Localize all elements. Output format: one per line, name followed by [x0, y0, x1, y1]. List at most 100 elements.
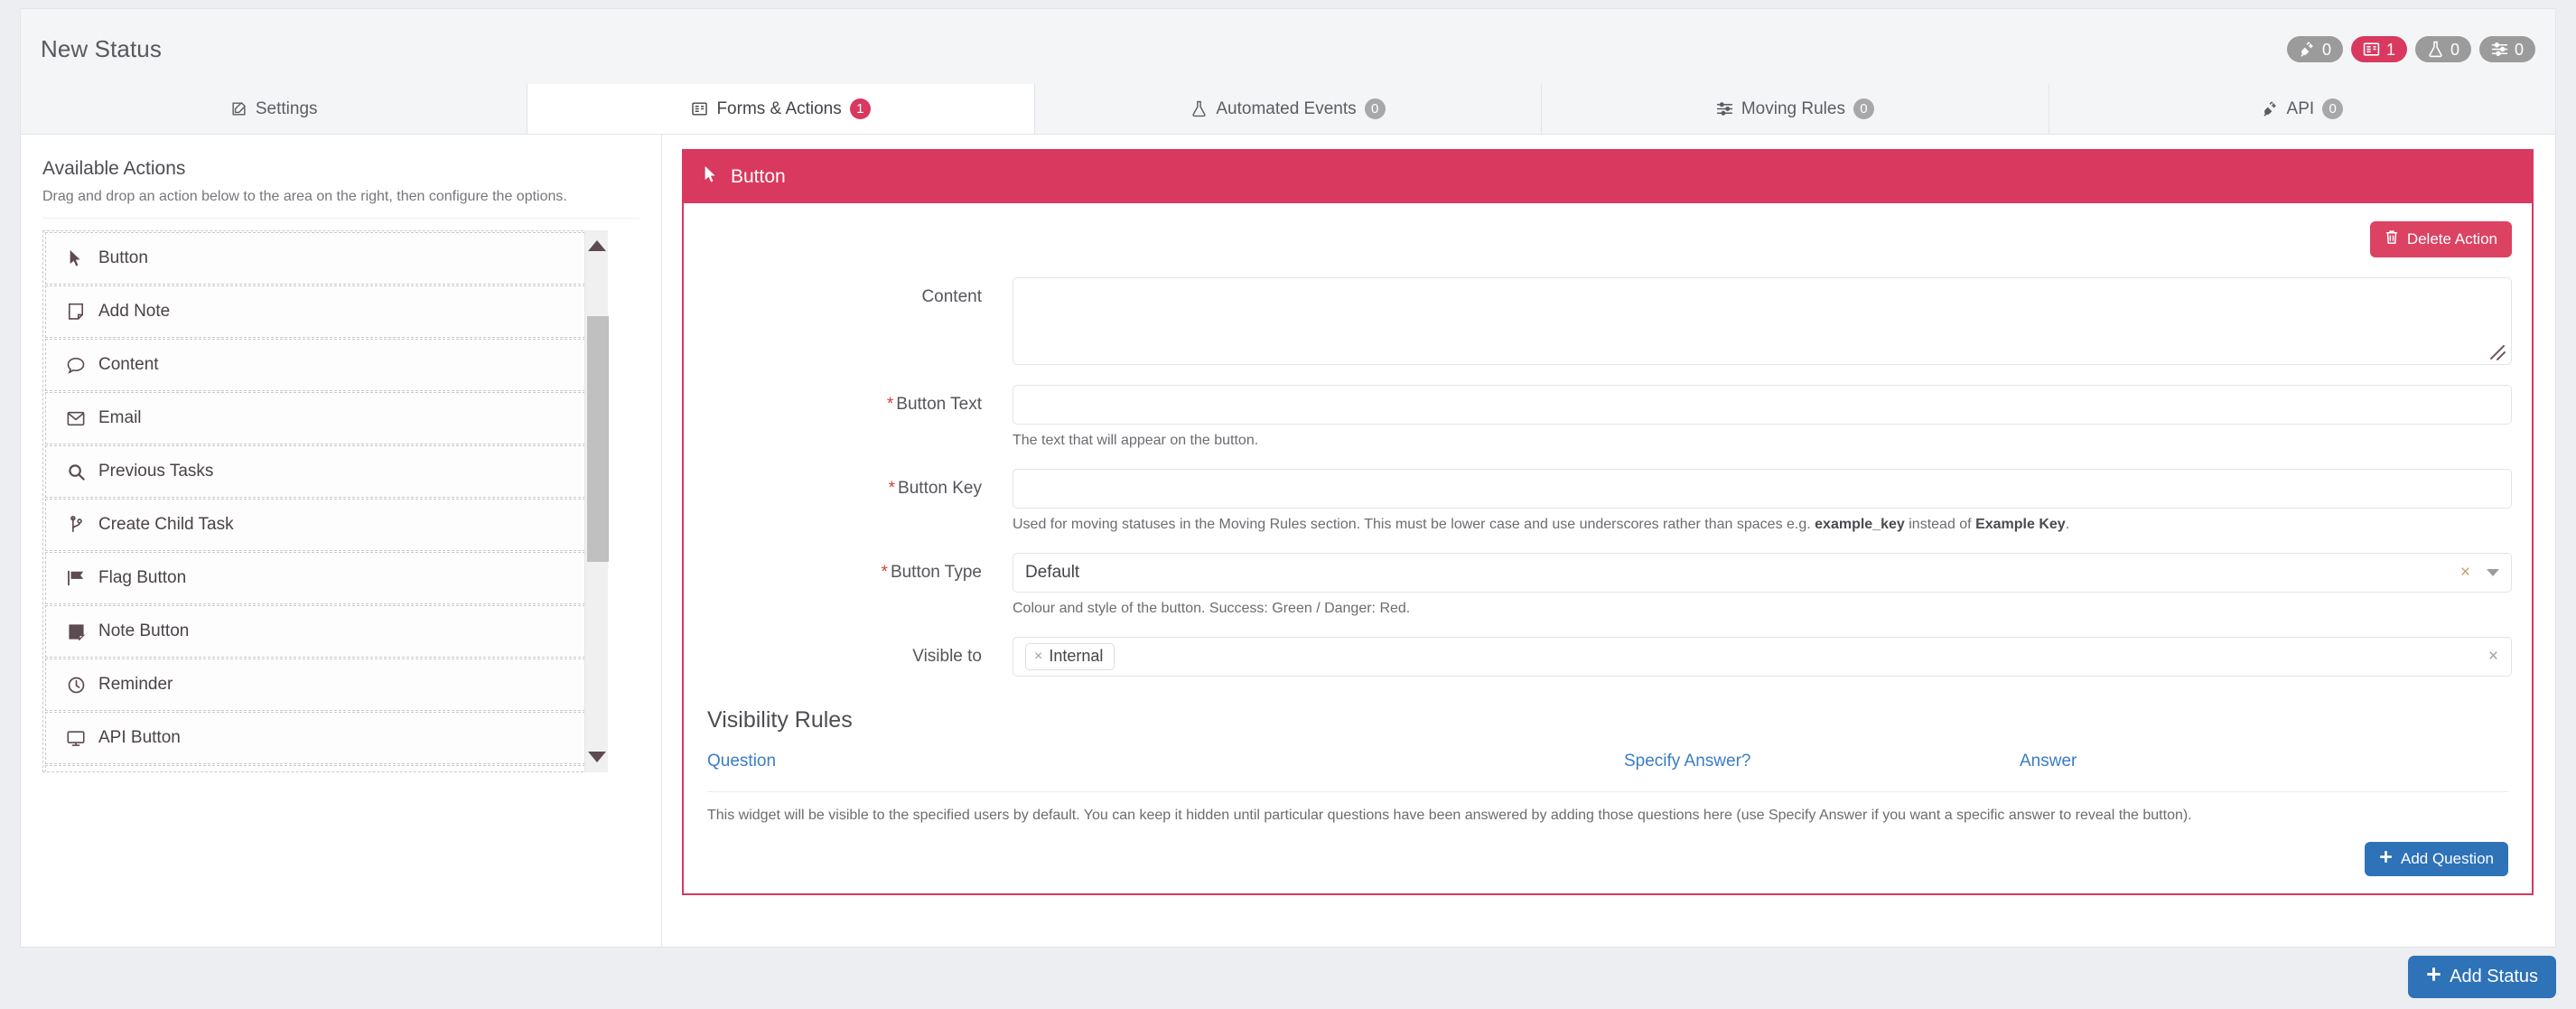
tab-label: Settings: [255, 98, 318, 118]
tab-label: Automated Events: [1216, 98, 1357, 118]
required-marker: *: [881, 563, 888, 582]
remove-tag-icon[interactable]: ×: [1034, 649, 1042, 665]
cursor-icon: [704, 165, 718, 189]
action-item-add-note[interactable]: Add Note: [45, 285, 594, 338]
clock-icon: [66, 677, 86, 694]
search-icon: [66, 463, 86, 481]
action-item-note-button[interactable]: Note Button: [45, 605, 594, 658]
help-pre: Used for moving statuses in the Moving R…: [1013, 517, 1815, 532]
action-item-previous-tasks[interactable]: Previous Tasks: [45, 445, 594, 498]
button-key-field-wrap: Used for moving statuses in the Moving R…: [1013, 469, 2512, 533]
action-item-email[interactable]: Email: [45, 392, 594, 444]
action-item-label: Reminder: [98, 675, 173, 694]
tab-count-badge: 1: [849, 98, 871, 119]
badge-count: 1: [2385, 40, 2395, 59]
button-key-input[interactable]: [1013, 469, 2512, 509]
help-bold-example-key: example_key: [1815, 517, 1905, 532]
plug-icon: [2299, 41, 2316, 58]
button-type-label: * Button Type: [704, 553, 1013, 583]
action-config-area: Button Delete Action Content * Button Te…: [662, 135, 2555, 947]
scroll-down-arrow-icon[interactable]: [585, 745, 609, 769]
badge-api[interactable]: 0: [2286, 36, 2343, 62]
tab-settings[interactable]: Settings: [21, 84, 528, 134]
action-list-wrapper: Button Add Note Content Email Previous T…: [42, 230, 639, 772]
resize-grip-icon[interactable]: [2487, 342, 2507, 362]
add-question-button[interactable]: Add Question: [2364, 842, 2508, 876]
button-text-input[interactable]: [1013, 385, 2512, 425]
column-header-answer[interactable]: Answer: [2020, 752, 2508, 771]
code-branch-icon: [66, 516, 86, 534]
badge-forms-actions[interactable]: 1: [2350, 36, 2407, 62]
chevron-down-icon[interactable]: [2487, 569, 2499, 576]
flask-icon: [1190, 100, 1208, 117]
tab-automated-events[interactable]: Automated Events 0: [1034, 84, 1543, 134]
sliders-icon: [2491, 41, 2508, 58]
column-header-specify-answer[interactable]: Specify Answer?: [1624, 752, 2020, 771]
action-item-reminder[interactable]: Reminder: [45, 659, 594, 711]
button-action-panel: Button Delete Action Content * Button Te…: [682, 149, 2534, 895]
required-marker: *: [886, 395, 894, 414]
button-key-label: * Button Key: [704, 469, 1013, 499]
action-item-label: Add Note: [98, 302, 171, 321]
page-footer: Add Status: [20, 956, 2556, 998]
action-item-create-child-task[interactable]: Create Child Task: [45, 499, 594, 551]
sidebar-hint: Drag and drop an action below to the are…: [42, 189, 567, 204]
list-alt-icon: [691, 100, 708, 117]
column-header-question[interactable]: Question: [707, 752, 1624, 771]
envelope-icon: [66, 411, 86, 426]
action-item-content[interactable]: Content: [45, 339, 594, 391]
add-question-label: Add Question: [2400, 850, 2494, 867]
badge-moving-rules[interactable]: 0: [2478, 36, 2535, 62]
action-item-on-hold[interactable]: On Hold: [45, 765, 594, 771]
delete-action-label: Delete Action: [2406, 230, 2497, 248]
button-text-label: * Button Text: [704, 385, 1013, 415]
badge-count: 0: [2514, 40, 2524, 59]
clear-tags-icon[interactable]: ×: [2488, 647, 2498, 667]
edit-icon: [230, 100, 247, 117]
tab-label: API: [2286, 98, 2315, 118]
tab-label: Moving Rules: [1741, 98, 1845, 118]
help-post: .: [2065, 517, 2070, 532]
desktop-icon: [66, 730, 86, 747]
add-status-button[interactable]: Add Status: [2408, 956, 2556, 998]
scroll-up-arrow-icon[interactable]: [585, 234, 609, 257]
tab-moving-rules[interactable]: Moving Rules 0: [1542, 84, 2049, 134]
plus-icon: [2426, 967, 2441, 987]
visible-to-tag-internal[interactable]: × Internal: [1025, 643, 1115, 670]
field-row-button-text: * Button Text The text that will appear o…: [704, 385, 2512, 449]
button-type-select[interactable]: Default ×: [1013, 553, 2512, 593]
button-text-field-wrap: The text that will appear on the button.: [1013, 385, 2512, 449]
tab-label: Forms & Actions: [716, 98, 842, 118]
button-type-selected-value: Default: [1025, 563, 1080, 582]
tag-label: Internal: [1049, 647, 1104, 665]
action-list-scrollbar[interactable]: [584, 230, 609, 772]
content-textarea[interactable]: [1013, 277, 2512, 365]
tab-forms-actions[interactable]: Forms & Actions 1: [527, 84, 1035, 134]
action-item-api-button[interactable]: API Button: [45, 712, 594, 764]
flask-icon: [2427, 41, 2444, 58]
action-item-label: Previous Tasks: [98, 462, 214, 481]
plus-icon: [2379, 850, 2393, 868]
field-row-button-type: * Button Type Default × Colour and style …: [704, 553, 2512, 617]
visibility-rules-section: Visibility Rules Question Specify Answer…: [704, 707, 2512, 876]
action-item-flag-button[interactable]: Flag Button: [45, 552, 594, 604]
action-item-label: API Button: [98, 728, 181, 747]
button-text-help: The text that will appear on the button.: [1013, 433, 1259, 448]
badge-automated-events[interactable]: 0: [2414, 36, 2471, 62]
scrollbar-thumb[interactable]: [587, 316, 609, 562]
cursor-icon: [66, 249, 86, 267]
form-icon: [2363, 41, 2380, 58]
action-panel-body: Delete Action Content * Button Text The …: [684, 203, 2532, 876]
clear-selection-icon[interactable]: ×: [2460, 563, 2470, 583]
action-item-button[interactable]: Button: [45, 232, 594, 285]
delete-action-button[interactable]: Delete Action: [2369, 221, 2512, 257]
add-question-row: Add Question: [707, 842, 2508, 876]
help-bold-example-key-title: Example Key: [1975, 517, 2066, 532]
visible-to-field-wrap: × Internal ×: [1013, 637, 2512, 677]
tab-api[interactable]: API 0: [2049, 84, 2556, 134]
content-card: Available Actions Drag and drop an actio…: [20, 135, 2556, 948]
required-marker: *: [888, 479, 896, 498]
visible-to-tagbox[interactable]: × Internal ×: [1013, 637, 2512, 677]
trash-icon: [2385, 229, 2399, 249]
action-item-label: Note Button: [98, 621, 190, 640]
